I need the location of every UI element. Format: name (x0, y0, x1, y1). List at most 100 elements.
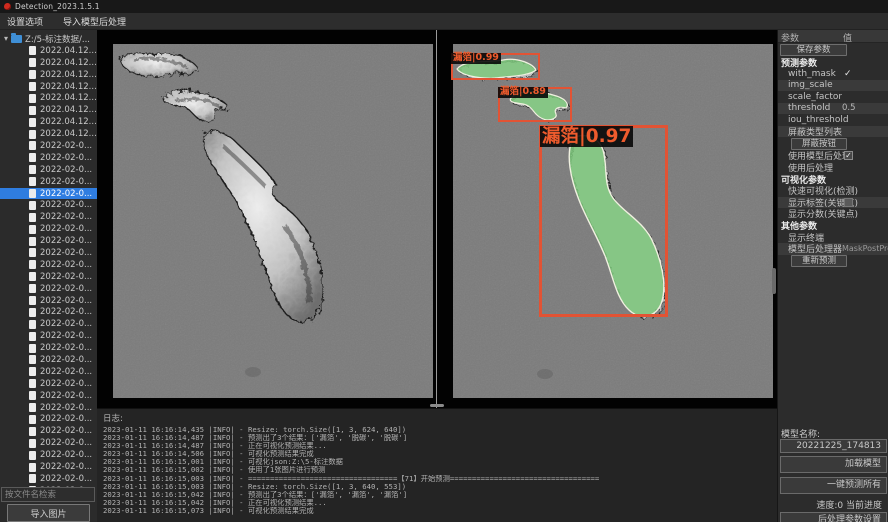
tree-item[interactable]: 2022.04.12... (0, 128, 97, 140)
tree-item[interactable]: 2022-02-0... (0, 188, 97, 200)
title-bar: Detection_2023.1.5.1 (0, 0, 888, 13)
filename-search-input[interactable] (1, 487, 95, 502)
tree-root[interactable]: ▾ Z:/5-标注数据/... (0, 33, 97, 45)
param-use-postprocess[interactable]: 使用后处理 (778, 162, 888, 174)
log-line: 2023-01-11 16:16:14,506 |INFO| - 可视化预测结果… (103, 450, 777, 458)
file-icon (29, 272, 36, 281)
block-button[interactable]: 屏蔽按钮 (791, 138, 847, 150)
tree-item[interactable]: 2022.04.12... (0, 69, 97, 81)
tree-item[interactable]: 2022.04.12... (0, 104, 97, 116)
tree-item[interactable]: 2022-02-0... (0, 152, 97, 164)
tree-root-label: Z:/5-标注数据/... (25, 33, 90, 45)
param-model-postprocessor[interactable]: 模型后处理器MaskPostPro (778, 243, 888, 255)
log-line: 2023-01-11 16:16:15,003 |INFO| - Resize:… (103, 483, 777, 491)
import-images-button[interactable]: 导入图片 (7, 504, 90, 522)
tree-item[interactable]: 2022.04.12... (0, 57, 97, 69)
tree-item[interactable]: 2022-02-0... (0, 295, 97, 307)
params-header: 参数 值 (778, 30, 888, 43)
tree-item[interactable]: 2022-02-0... (0, 271, 97, 283)
param-label: img_scale (778, 80, 833, 90)
tree-item[interactable]: 2022.04.12... (0, 92, 97, 104)
log-lines: 2023-01-11 16:16:14,435 |INFO| - Resize:… (103, 426, 777, 515)
repredict-button-row: 重新预测 (778, 255, 888, 268)
load-model-button[interactable]: 加载模型 (780, 456, 887, 473)
block-button-row: 屏蔽按钮 (778, 137, 888, 150)
menu-item-1[interactable]: 导入模型后处理 (63, 15, 126, 28)
image-canvas (97, 30, 777, 408)
tree-item[interactable]: 2022-02-0... (0, 354, 97, 366)
tree-item-label: 2022-02-0... (40, 331, 92, 341)
file-icon (29, 355, 36, 364)
tree-item-label: 2022-02-0... (40, 414, 92, 424)
tree-item-label: 2022-02-0... (40, 355, 92, 365)
tree-item[interactable]: 2022-02-0... (0, 342, 97, 354)
tree-item[interactable]: 2022-02-0... (0, 259, 97, 271)
tree-item[interactable]: 2022-02-0... (0, 223, 97, 235)
tree-item[interactable]: 2022-02-0... (0, 164, 97, 176)
tree-item[interactable]: 2022-02-0... (0, 176, 97, 188)
tree-item[interactable]: 2022-02-0... (0, 247, 97, 259)
param-show-scores[interactable]: 显示分数(关键点) (778, 208, 888, 220)
tree-item[interactable]: 2022-02-0... (0, 366, 97, 378)
tree-item[interactable]: 2022.04.12... (0, 81, 97, 93)
file-icon (29, 379, 36, 388)
expand-arrow-icon[interactable]: ▾ (4, 35, 8, 43)
scrollbar-handle[interactable] (772, 268, 776, 294)
tree-item[interactable]: 2022.04.12... (0, 116, 97, 128)
param-with-mask[interactable]: with_mask✓ (778, 68, 888, 80)
tree-item[interactable]: 2022-02-0... (0, 211, 97, 223)
file-icon (29, 474, 36, 483)
tree-item[interactable]: 2022-02-0... (0, 414, 97, 426)
repredict-button[interactable]: 重新预测 (791, 255, 847, 267)
tree-item[interactable]: 2022-02-0... (0, 402, 97, 414)
tree-item-label: 2022-02-0... (40, 177, 92, 187)
tree-item[interactable]: 2022-02-0... (0, 473, 97, 485)
file-icon (29, 237, 36, 246)
tree-item[interactable]: 2022-02-0... (0, 461, 97, 473)
param-label: 屏蔽类型列表 (778, 125, 842, 138)
log-area: 日志: 2023-01-11 16:16:14,435 |INFO| - Res… (97, 408, 777, 522)
postprocess-settings-button[interactable]: 后处理参数设置 (780, 512, 887, 522)
tree-item[interactable]: 2022-02-0... (0, 306, 97, 318)
checkbox[interactable] (844, 198, 853, 207)
file-icon (29, 82, 36, 91)
model-name-value: 20221225_174813 (780, 439, 887, 453)
checkbox[interactable]: ✓ (844, 151, 853, 160)
menu-item-0[interactable]: 设置选项 (7, 15, 43, 28)
tree-item-label: 2022.04.12... (40, 58, 97, 68)
tree-item[interactable]: 2022-02-0... (0, 437, 97, 449)
param-threshold[interactable]: threshold0.5 (778, 103, 888, 115)
tree-item[interactable]: 2022-02-0... (0, 318, 97, 330)
tree-item-label: 2022-02-0... (40, 391, 92, 401)
param-rows: 保存参数预测参数with_mask✓img_scalescale_factort… (778, 43, 888, 268)
file-icon (29, 284, 36, 293)
tree-item[interactable]: 2022-02-0... (0, 449, 97, 461)
tree-item[interactable]: 2022-02-0... (0, 140, 97, 152)
detection-box: 漏箔|0.89 (498, 87, 572, 122)
tree-item[interactable]: 2022-02-0... (0, 330, 97, 342)
tree-item[interactable]: 2022-02-0... (0, 199, 97, 211)
log-line: 2023-01-11 16:16:14,487 |INFO| - 正在可视化预测… (103, 442, 777, 450)
tree-item[interactable]: 2022-02-0... (0, 378, 97, 390)
detection-label: 漏箔|0.89 (498, 87, 548, 98)
file-icon (29, 225, 36, 234)
log-line: 2023-01-11 16:16:15,003 |INFO| - =======… (103, 475, 777, 483)
tree-item-label: 2022-02-0... (40, 307, 92, 317)
param-scale-factor[interactable]: scale_factor (778, 91, 888, 103)
tree-item[interactable]: 2022-02-0... (0, 425, 97, 437)
predict-all-button[interactable]: 一键预测所有 (780, 477, 887, 494)
tree-item[interactable]: 2022.04.12... (0, 45, 97, 57)
tree-item-label: 2022-02-0... (40, 248, 92, 258)
param-img-scale[interactable]: img_scale (778, 80, 888, 92)
param-blocked-types[interactable]: 屏蔽类型列表 (778, 126, 888, 138)
splitter-handle[interactable] (430, 404, 444, 407)
file-icon (29, 403, 36, 412)
original-image-panel[interactable] (113, 44, 433, 398)
tree-item[interactable]: 2022-02-0... (0, 390, 97, 402)
log-line: 2023-01-11 16:16:14,487 |INFO| - 预测出了3个结… (103, 434, 777, 442)
tree-item[interactable]: 2022-02-0... (0, 235, 97, 247)
original-image (113, 44, 433, 398)
tree-item-label: 2022-02-0... (40, 426, 92, 436)
tree-item[interactable]: 2022-02-0... (0, 283, 97, 295)
save-params-button[interactable]: 保存参数 (780, 44, 847, 56)
